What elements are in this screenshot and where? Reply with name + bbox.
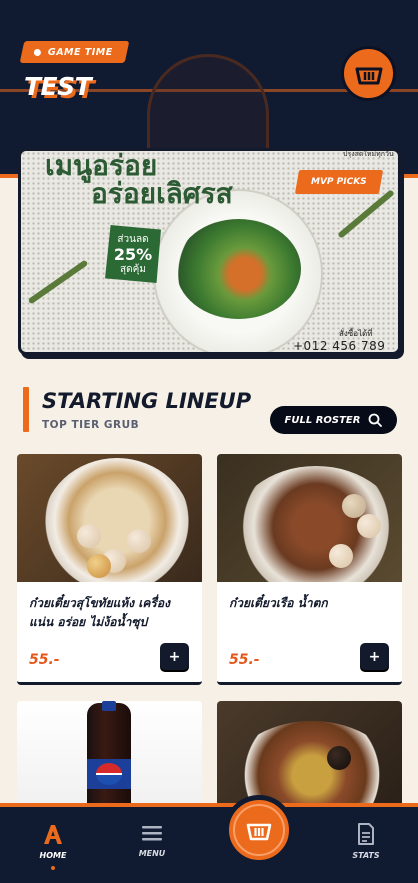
search-icon	[369, 413, 383, 427]
add-to-cart-button[interactable]: +	[160, 643, 189, 670]
hamburger-icon	[142, 826, 162, 841]
cart-button[interactable]	[224, 795, 294, 865]
game-time-label: GAME TIME	[48, 46, 113, 58]
nav-home-label: HOME	[39, 851, 67, 860]
pepsi-bottle-image	[87, 701, 131, 811]
banner-headline-2: อร่อยเลิศรส	[91, 177, 233, 210]
basket-icon	[355, 67, 382, 84]
nav-stats-label: STATS	[352, 851, 380, 860]
product-card[interactable]	[217, 701, 402, 811]
add-to-cart-button[interactable]: +	[360, 643, 389, 670]
discount-value: 25%	[113, 245, 153, 264]
product-image	[217, 454, 402, 582]
basket-icon	[246, 823, 272, 841]
product-image	[17, 701, 202, 811]
product-name: ก๋วยเตี๋ยวสุโขทัยแห้ง เครื่องแน่น อร่อย …	[29, 596, 170, 629]
active-indicator	[51, 866, 55, 870]
full-roster-label: FULL ROSTER	[284, 414, 361, 426]
product-image	[217, 701, 402, 811]
full-roster-button[interactable]: FULL ROSTER	[270, 406, 397, 434]
promo-banner[interactable]: เมนูอร่อย อร่อยเลิศรส ปรุงสดใหม่ทุกวัน ส…	[18, 148, 401, 355]
nav-menu[interactable]: MENU	[122, 823, 182, 858]
section-subtitle: TOP TIER GRUB	[42, 419, 140, 431]
nav-menu-label: MENU	[138, 849, 166, 858]
nav-stats[interactable]: STATS	[336, 823, 396, 860]
product-card[interactable]: ก๋วยเตี๋ยวสุโขทัยแห้ง เครื่องแน่น อร่อย …	[17, 454, 202, 685]
cart-button-top[interactable]	[341, 46, 396, 101]
home-a-logo-icon	[44, 825, 62, 844]
product-image	[17, 454, 202, 582]
banner-salad-image	[176, 219, 301, 319]
mvp-picks-label: MVP PICKS	[311, 177, 367, 187]
page-title: TEST	[24, 72, 92, 101]
discount-sub: สุดคุ้ม	[120, 264, 146, 275]
product-price: 55.-	[29, 652, 60, 668]
product-name: ก๋วยเตี๋ยวเรือ น้ำตก	[229, 596, 328, 610]
live-dot-icon	[34, 48, 41, 56]
mvp-picks-badge: MVP PICKS	[294, 170, 384, 194]
nav-home[interactable]: HOME	[23, 823, 83, 870]
bottom-nav: HOME MENU STATS	[0, 803, 418, 883]
banner-tagline: ปรุงสดใหม่ทุกวัน	[343, 150, 394, 158]
discount-label: ส่วนลด	[117, 234, 149, 245]
section-accent-bar	[23, 387, 29, 432]
game-time-badge: GAME TIME	[19, 41, 130, 63]
banner-phone: +012 456 789	[293, 339, 386, 353]
discount-badge: ส่วนลด 25% สุดคุ้ม	[105, 225, 161, 283]
product-price: 55.-	[229, 652, 260, 668]
product-card[interactable]: ก๋วยเตี๋ยวเรือ น้ำตก 55.- +	[217, 454, 402, 685]
document-icon	[358, 823, 374, 845]
product-card[interactable]	[17, 701, 202, 811]
section-title: STARTING LINEUP	[42, 389, 252, 413]
